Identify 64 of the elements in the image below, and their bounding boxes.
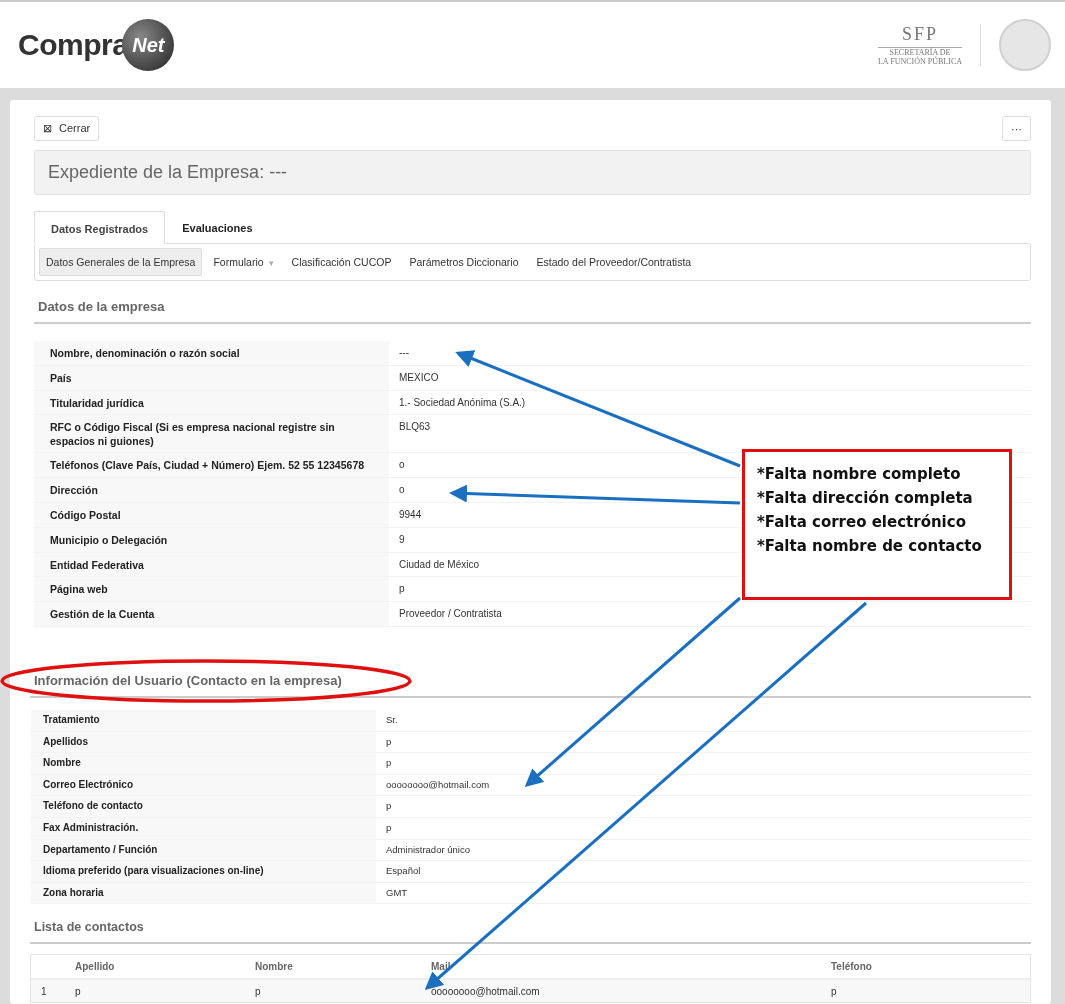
field-label: Municipio o Delegación (34, 527, 389, 552)
field-value: p (386, 757, 392, 769)
field-label: País (34, 365, 389, 390)
table-cell-text: oooooooo@hotmail.com (431, 985, 541, 997)
agency-logo: SFP SECRETARÍA DE LA FUNCIÓN PÚBLICA (878, 24, 981, 66)
field-label: RFC o Código Fiscal (Si es empresa nacional registre sin espacios ni guiones) (34, 415, 389, 453)
subnav-item[interactable]: Datos Generales de la Empresa (39, 248, 203, 276)
field-value: Administrador único (386, 843, 470, 855)
field-value: Proveedor / Contratista (399, 608, 502, 620)
field-value: p (399, 583, 405, 595)
field-label: Gestión de la Cuenta (34, 602, 389, 626)
table-cell-text: p (75, 985, 82, 997)
field-value: GMT (386, 886, 408, 898)
more-button[interactable]: ··· (1002, 116, 1031, 141)
table-cell-text: p (255, 985, 262, 997)
column-header: Teléfono (831, 961, 873, 973)
field-label: Fax Administración. (31, 817, 376, 839)
tab[interactable]: Datos Registrados (34, 211, 166, 244)
section-heading: Información del Usuario (Contacto en la empresa) (30, 672, 1031, 698)
field-label: Titularidad jurídica (34, 390, 389, 415)
column-header: Apellido (75, 961, 116, 973)
field-label: Entidad Federativa (34, 552, 389, 577)
subnav-item[interactable]: Parámetros Diccionario (402, 248, 526, 276)
field-label: Apellidos (31, 731, 376, 753)
field-value: MEXICO (399, 371, 439, 383)
field-value: oooooooo@hotmail.com (386, 778, 490, 790)
subnav-item[interactable]: Clasificación CUCOP (284, 248, 399, 276)
field-label: Correo Electrónico (31, 774, 376, 796)
field-label: Nombre (31, 753, 376, 774)
row-number: 1 (40, 985, 48, 997)
column-header: Nombre (255, 961, 294, 973)
field-value: p (386, 821, 392, 833)
seal-icon (999, 19, 1051, 71)
field-label: Página web (34, 577, 389, 602)
field-value: 9944 (399, 509, 422, 520)
field-value: Ciudad de México (399, 558, 480, 570)
table-cell-text: p (831, 985, 838, 997)
field-label: Nombre, denominación o razón social (34, 341, 389, 365)
field-label: Teléfono de contacto (31, 796, 376, 817)
field-value: o (399, 459, 405, 471)
field-label: Idioma preferido (para visualizaciones on-line) (31, 861, 376, 882)
field-label: Zona horaria (31, 882, 376, 904)
field-value: p (386, 800, 392, 812)
field-label: Tratamiento (31, 709, 376, 731)
field-value: p (386, 735, 392, 747)
annotation-note: *Falta nombre completo *Falta dirección completa *Falta correo electrónico *Falta nombre de contacto (742, 449, 1012, 600)
field-value: 9 (399, 533, 405, 545)
close-button[interactable]: ⊠ Cerrar (34, 116, 100, 141)
tab[interactable]: Evaluaciones (165, 211, 270, 243)
field-value: BLQ63 (399, 421, 431, 433)
field-label: Código Postal (34, 503, 389, 527)
field-value: Sr. (386, 713, 398, 725)
field-value: --- (399, 347, 409, 358)
field-value: Español (386, 865, 421, 877)
page-title: Expediente de la Empresa: --- (34, 150, 1031, 195)
section-heading: Datos de la empresa (34, 299, 1031, 324)
section-heading: Lista de contactos (30, 920, 1031, 945)
field-value: o (399, 484, 405, 496)
subnav-item[interactable]: Formulario ▾ (206, 248, 281, 276)
field-label: Dirección (34, 478, 389, 502)
field-label: Departamento / Función (31, 839, 376, 861)
field-label: Teléfonos (Clave País, Ciudad + Número) Ejem. 52 55 12345678 (34, 453, 389, 478)
subnav-item[interactable]: Estado del Proveedor/Contratista (529, 248, 699, 276)
field-value: 1.- Sociedad Anónima (S.A.) (399, 396, 526, 408)
